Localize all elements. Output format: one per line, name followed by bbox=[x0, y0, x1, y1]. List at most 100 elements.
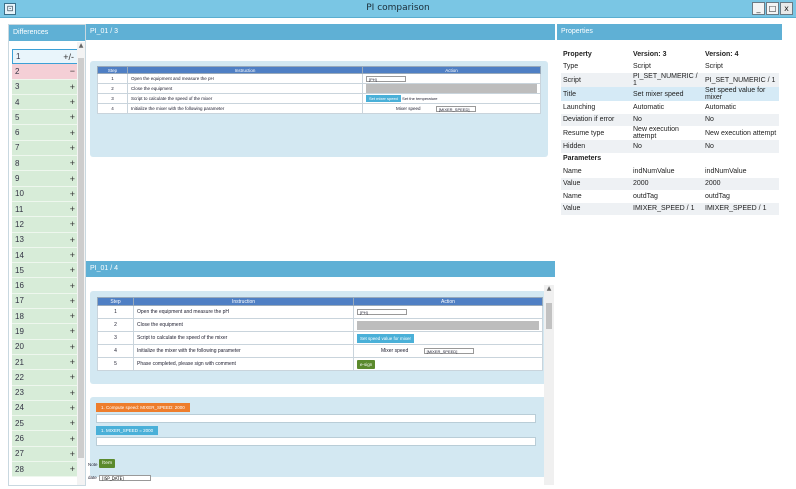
difference-number: 6 bbox=[15, 128, 20, 138]
difference-number: 15 bbox=[15, 265, 24, 275]
difference-number: 4 bbox=[15, 97, 20, 107]
difference-item[interactable]: 22 + bbox=[12, 370, 78, 386]
property-value-v4: Automatic bbox=[705, 103, 737, 111]
difference-item[interactable]: 8 + bbox=[12, 156, 78, 172]
difference-number: 9 bbox=[15, 174, 20, 184]
difference-item[interactable]: 13 + bbox=[12, 232, 78, 248]
difference-number: 8 bbox=[15, 158, 20, 168]
difference-number: 13 bbox=[15, 235, 24, 245]
ph-input[interactable]: [PH] bbox=[357, 308, 407, 315]
difference-sign-icon: + bbox=[69, 387, 75, 398]
step-action: [PH] bbox=[353, 305, 543, 319]
property-value-v4: IMIXER_SPEED / 1 bbox=[703, 202, 779, 215]
difference-item[interactable]: 26 + bbox=[12, 431, 78, 447]
column-header: Step bbox=[97, 66, 128, 74]
property-name: Title bbox=[561, 87, 631, 101]
version3-steps-table: Step Instruction Action 1 Open the equip… bbox=[97, 66, 541, 114]
parameters-section-row: Parameters bbox=[561, 153, 779, 166]
property-row: Name indNumValue indNumValue bbox=[561, 165, 779, 178]
difference-number: 14 bbox=[15, 250, 24, 260]
difference-item[interactable]: 10 + bbox=[12, 186, 78, 202]
difference-sign-icon: + bbox=[69, 81, 75, 92]
difference-number: 18 bbox=[15, 311, 24, 321]
difference-item[interactable]: 23 + bbox=[12, 385, 78, 401]
difference-item[interactable]: 6 + bbox=[12, 125, 78, 141]
difference-sign-icon: + bbox=[69, 326, 75, 337]
difference-sign-icon: + bbox=[69, 464, 75, 475]
difference-item[interactable]: 1 +/- bbox=[12, 49, 78, 65]
table-header-row: Step Instruction Action bbox=[97, 297, 543, 306]
difference-item[interactable]: 24 + bbox=[12, 400, 78, 417]
property-row: Name outdTag outdTag bbox=[561, 190, 779, 203]
minimize-button[interactable]: _ bbox=[752, 2, 765, 15]
set-speed-value-button[interactable]: Set speed value for mixer bbox=[357, 333, 415, 343]
step-number: 3 bbox=[97, 93, 128, 104]
difference-item[interactable]: 16 + bbox=[12, 278, 78, 294]
difference-item[interactable]: 2− bbox=[12, 64, 78, 80]
difference-sign-icon: + bbox=[69, 418, 75, 429]
difference-item[interactable]: 21 + bbox=[12, 354, 78, 371]
property-value-v3: No bbox=[631, 113, 703, 126]
step-action: e-sign bbox=[353, 357, 543, 371]
window-title: PI comparison bbox=[366, 3, 430, 13]
difference-item[interactable]: 20 + bbox=[12, 339, 78, 355]
scrollbar-thumb[interactable] bbox=[546, 303, 552, 329]
close-button[interactable]: x bbox=[780, 2, 793, 15]
difference-number: 16 bbox=[15, 281, 24, 291]
date-input[interactable]: [ISP_DATE] bbox=[99, 475, 151, 481]
compute-speed-field[interactable] bbox=[96, 414, 536, 423]
property-value-v4: No bbox=[703, 140, 779, 153]
property-value-v4: PI_SET_NUMERIC / 1 bbox=[703, 73, 779, 87]
property-row: Script PI_SET_NUMERIC / 1 PI_SET_NUMERIC /… bbox=[561, 73, 779, 87]
difference-item[interactable]: 9 + bbox=[12, 171, 78, 187]
difference-item[interactable]: 25 + bbox=[12, 416, 78, 432]
comparison-scrollbar[interactable]: ▲ bbox=[544, 285, 554, 485]
mixer-speed-result-field[interactable] bbox=[96, 437, 536, 446]
differences-list: 1 +/- 2−3 +4 +5 +6 +7 +8 +9 +10 +11 +12 +13 +14 +15 +16… bbox=[12, 49, 78, 478]
difference-sign-icon: + bbox=[69, 173, 75, 184]
difference-number: 22 bbox=[15, 372, 24, 382]
maximize-button[interactable]: □ bbox=[766, 2, 779, 15]
differences-scrollbar[interactable]: ▲ bbox=[77, 42, 85, 485]
difference-sign-icon: + bbox=[69, 448, 75, 459]
table-row: 1 Open the equipment and measure the pH … bbox=[97, 73, 541, 84]
table-row: 2 Close the equipment bbox=[97, 83, 541, 94]
difference-item[interactable]: 7 + bbox=[12, 140, 78, 157]
difference-number: 12 bbox=[15, 219, 24, 229]
column-header: Step bbox=[97, 297, 134, 306]
difference-item[interactable]: 5 + bbox=[12, 110, 78, 126]
difference-sign-icon: + bbox=[69, 372, 75, 383]
difference-item[interactable]: 4 + bbox=[12, 94, 78, 111]
difference-sign-icon: + bbox=[69, 204, 75, 215]
difference-item[interactable]: 18 + bbox=[12, 309, 78, 325]
e-sign-button[interactable]: e-sign bbox=[357, 359, 376, 369]
table-row: 5 Phase completed, please sign with comm… bbox=[97, 357, 543, 371]
difference-item[interactable]: 28 + bbox=[12, 462, 78, 478]
note-item-button[interactable]: Item bbox=[99, 459, 116, 468]
scroll-up-icon[interactable]: ▲ bbox=[544, 285, 554, 293]
property-row: Deviation if error No No bbox=[561, 113, 779, 126]
difference-item[interactable]: 12 + bbox=[12, 217, 78, 233]
property-value-v4: 2000 bbox=[703, 177, 779, 190]
step-number: 5 bbox=[97, 357, 134, 371]
difference-item[interactable]: 11 + bbox=[12, 201, 78, 218]
differences-header: Differences bbox=[9, 25, 85, 41]
mixer-speed-input[interactable]: [MIXER_SPEED] bbox=[435, 105, 476, 112]
mixer-speed-input[interactable]: [MIXER_SPEED] bbox=[423, 347, 474, 354]
difference-item[interactable]: 17 + bbox=[12, 293, 78, 310]
scrollbar-thumb[interactable] bbox=[78, 58, 84, 458]
difference-sign-icon: + bbox=[69, 97, 75, 108]
difference-item[interactable]: 14 + bbox=[12, 247, 78, 264]
difference-item[interactable]: 3 + bbox=[12, 79, 78, 95]
ph-input[interactable]: [PH] bbox=[366, 75, 406, 82]
difference-sign-icon: +/- bbox=[63, 51, 74, 62]
difference-item[interactable]: 19 + bbox=[12, 324, 78, 340]
scroll-up-icon[interactable]: ▲ bbox=[77, 42, 85, 50]
difference-item[interactable]: 27 + bbox=[12, 446, 78, 463]
step-instruction: Initialize the mixer with the following … bbox=[127, 103, 363, 114]
difference-number: 21 bbox=[15, 357, 24, 367]
step-number: 2 bbox=[97, 318, 134, 332]
set-mixer-speed-button[interactable]: Set mixer speed bbox=[366, 95, 401, 102]
difference-item[interactable]: 15 + bbox=[12, 263, 78, 279]
difference-sign-icon: + bbox=[69, 112, 75, 123]
